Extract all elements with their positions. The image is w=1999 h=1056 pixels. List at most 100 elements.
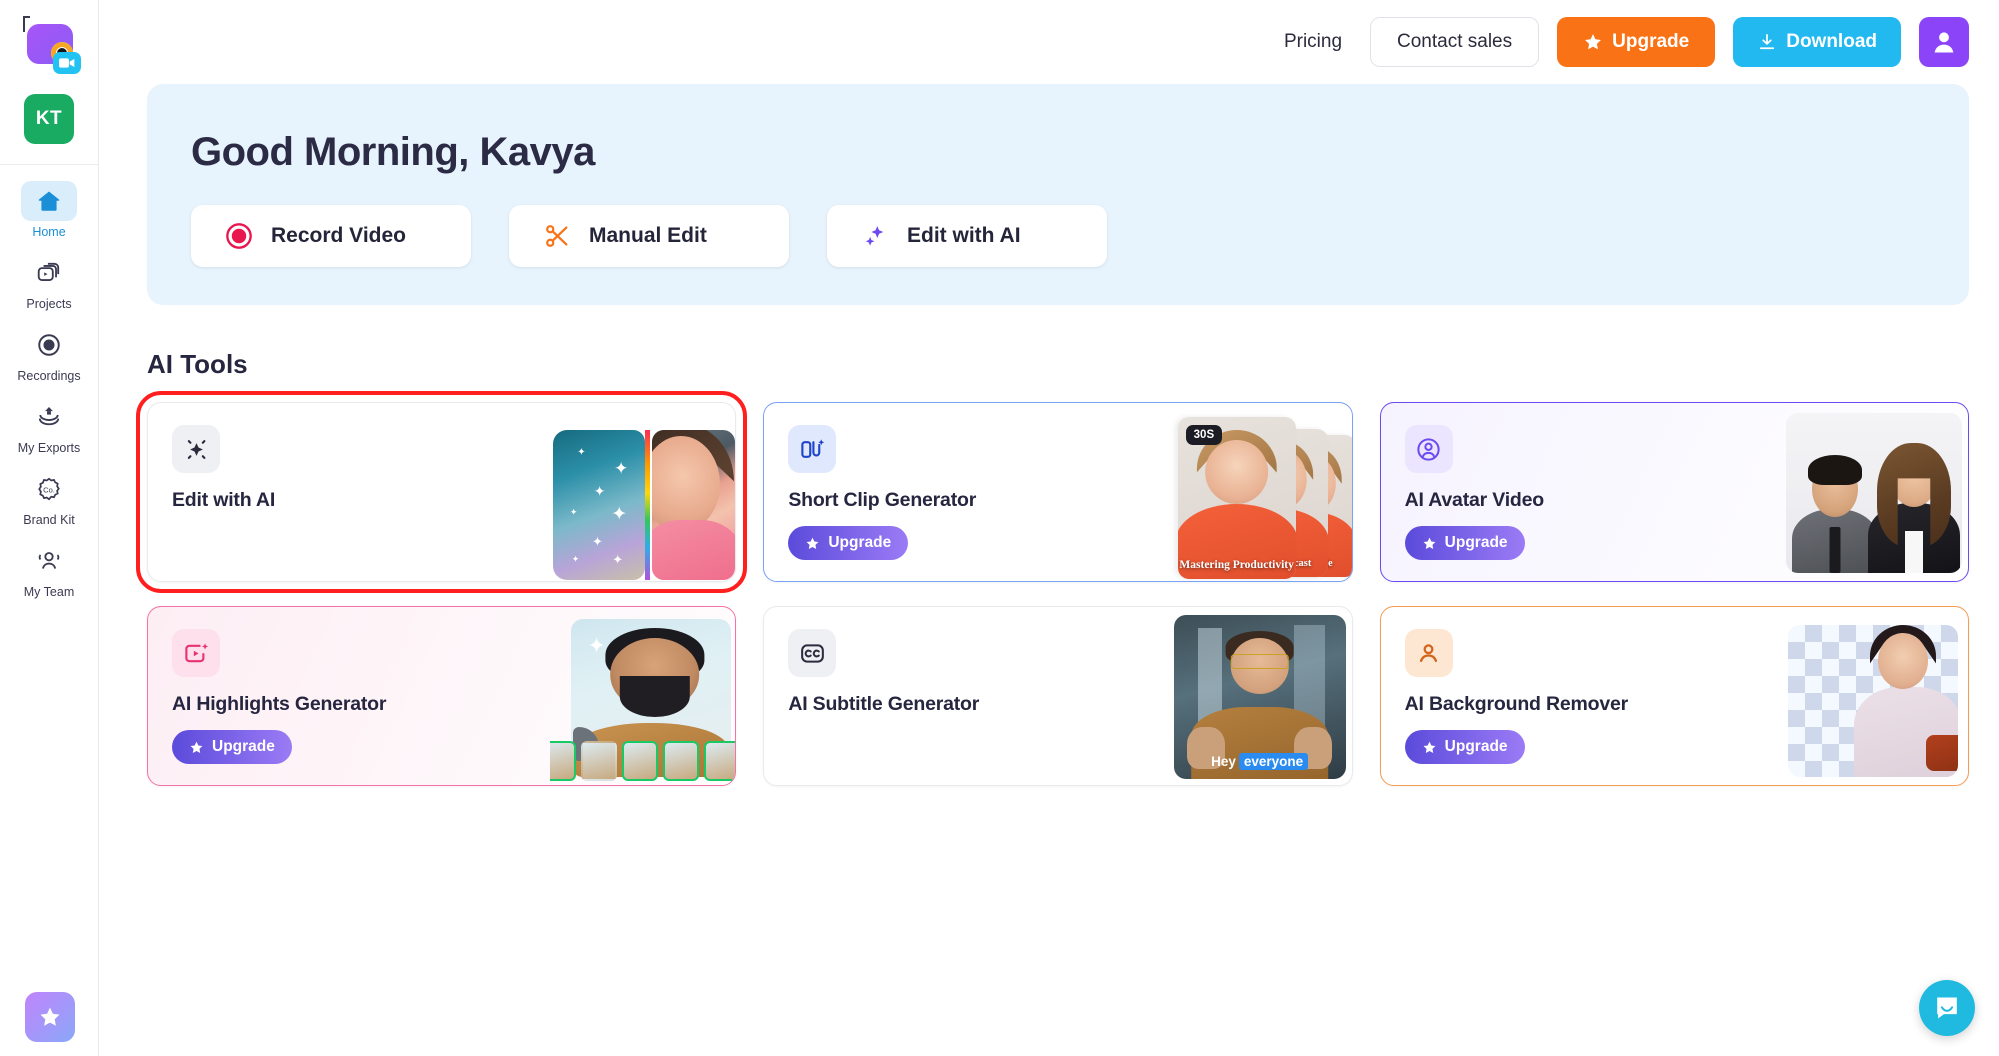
pricing-link[interactable]: Pricing	[1274, 25, 1352, 59]
ai-highlights-thumbnail: ✦	[550, 607, 736, 785]
intercom-chat-button[interactable]	[1919, 980, 1975, 1036]
manual-edit-label: Manual Edit	[589, 224, 707, 247]
record-video-button[interactable]: Record Video	[191, 205, 471, 267]
subtitle-caption-plain: Hey	[1211, 754, 1236, 769]
star-icon	[1423, 537, 1436, 549]
short-clip-icon	[788, 425, 837, 473]
manual-edit-button[interactable]: Manual Edit	[509, 205, 789, 267]
subtitle-caption-highlight: everyone	[1238, 753, 1309, 770]
thumb-clip-1: Mastering Productivity 30S	[1177, 417, 1296, 579]
logo-stand-icon	[23, 16, 30, 32]
sidebar-divider	[0, 164, 99, 165]
sidebar-star-button[interactable]	[24, 992, 75, 1042]
home-icon	[21, 181, 77, 221]
card-title: AI Background Remover	[1404, 693, 1629, 715]
sidebar-item-home[interactable]: Home	[7, 181, 91, 239]
edit-with-ai-thumbnail: ✦ ✦ ✦ ✦ ✦ ✦ ✦ ✦	[550, 403, 736, 581]
content-area: Good Morning, Kavya Record Video Manual …	[99, 84, 1999, 786]
record-circle-icon	[226, 223, 252, 249]
duration-badge: 30S	[1185, 425, 1223, 445]
sidebar-bottom	[0, 992, 99, 1042]
upgrade-badge[interactable]: Upgrade	[1404, 730, 1525, 764]
page-title: Good Morning, Kavya	[191, 130, 595, 174]
upgrade-badge-label: Upgrade	[828, 534, 892, 551]
ai-tool-card-short-clip-generator[interactable]: day's ode This Podcast Mastering Product…	[763, 402, 1353, 582]
star-icon	[1585, 34, 1602, 50]
thumb-filmstrip-frame	[550, 741, 577, 781]
sidebar-item-my-exports[interactable]: My Exports	[7, 397, 91, 455]
download-icon	[1760, 34, 1775, 50]
edit-with-ai-button[interactable]: Edit with AI	[827, 205, 1107, 267]
sidebar-item-label: Brand Kit	[23, 513, 75, 527]
card-content: AI Highlights Generator Upgrade	[148, 607, 512, 764]
topbar: Pricing Contact sales Upgrade Download	[99, 0, 1999, 84]
thumb-filmstrip-frame	[663, 741, 700, 781]
account-avatar-button[interactable]	[1919, 17, 1969, 67]
avatar-user-icon	[1404, 425, 1453, 473]
thumb-filmstrip-frame	[581, 741, 618, 781]
workspace-badge[interactable]: KT	[24, 94, 74, 144]
ai-subtitle-thumbnail: Hey everyone	[1167, 607, 1352, 785]
highlights-play-icon	[172, 629, 220, 677]
card-content: AI Avatar Video Upgrade	[1381, 403, 1745, 560]
ai-tool-card-edit-with-ai[interactable]: ✦ ✦ ✦ ✦ ✦ ✦ ✦ ✦ Edit with AI	[135, 391, 748, 593]
ai-avatar-thumbnail	[1783, 403, 1968, 581]
sidebar-nav: Home Projects Recordings My Exports Co. …	[0, 181, 98, 613]
ai-tool-card-ai-highlights-generator[interactable]: ✦ AI Highlights Generator Upgrade	[147, 606, 737, 786]
workspace-initials: KT	[35, 108, 63, 129]
star-icon	[1423, 741, 1436, 753]
thumb-filmstrip-frame	[704, 741, 736, 781]
short-clip-thumbnail: day's ode This Podcast Mastering Product…	[1167, 403, 1352, 581]
greeting-banner: Good Morning, Kavya Record Video Manual …	[147, 84, 1969, 305]
background-remover-icon	[1404, 629, 1453, 677]
card-content: Short Clip Generator Upgrade	[764, 403, 1128, 560]
exports-icon	[21, 397, 77, 437]
video-camera-badge-icon	[53, 52, 81, 74]
team-icon	[21, 541, 77, 581]
ai-tool-card-ai-subtitle-generator[interactable]: Hey everyone AI Subtitle Generator	[763, 606, 1353, 786]
sidebar-item-label: Home	[32, 225, 66, 239]
contact-sales-label: Contact sales	[1397, 31, 1513, 52]
star-icon	[806, 537, 819, 549]
card-title: AI Avatar Video	[1404, 489, 1545, 511]
app-logo[interactable]	[15, 14, 83, 76]
sidebar-item-label: Projects	[26, 297, 72, 311]
ai-sparkle-icon	[172, 425, 220, 473]
brand-kit-icon: Co.	[21, 469, 77, 509]
quick-actions: Record Video Manual Edit Edit with AI	[191, 205, 1969, 267]
sidebar-item-my-team[interactable]: My Team	[7, 541, 91, 599]
sparkle-icon	[865, 226, 884, 246]
card-title: Short Clip Generator	[788, 489, 977, 511]
projects-icon	[21, 253, 77, 293]
upgrade-label: Upgrade	[1612, 31, 1690, 52]
background-remover-thumbnail	[1783, 607, 1968, 785]
user-avatar-icon	[1934, 32, 1954, 53]
upgrade-badge[interactable]: Upgrade	[1404, 526, 1525, 560]
sidebar-item-label: My Team	[23, 585, 75, 599]
main-area: Pricing Contact sales Upgrade Download G…	[99, 0, 1999, 1056]
download-button[interactable]: Download	[1733, 17, 1901, 67]
upgrade-badge[interactable]: Upgrade	[172, 730, 292, 764]
upgrade-badge-label: Upgrade	[1444, 534, 1508, 551]
sidebar-item-label: Recordings	[17, 369, 81, 383]
contact-sales-button[interactable]: Contact sales	[1370, 17, 1540, 67]
app-root: KT Home Projects Recordings My Exports C…	[0, 0, 1999, 1056]
upgrade-button[interactable]: Upgrade	[1557, 17, 1716, 67]
card-content: Edit with AI	[148, 403, 512, 512]
closed-caption-icon	[788, 629, 837, 677]
sidebar-item-brand-kit[interactable]: Co. Brand Kit	[7, 469, 91, 527]
thumb-transparency-checkerboard	[1787, 625, 1958, 777]
download-label: Download	[1786, 31, 1877, 52]
ai-tool-card-ai-avatar-video[interactable]: AI Avatar Video Upgrade	[1379, 402, 1969, 582]
scissors-icon	[546, 225, 568, 247]
sidebar-item-projects[interactable]: Projects	[7, 253, 91, 311]
thumb-person-photo	[652, 430, 736, 580]
thumb-filmstrip-frame	[622, 741, 659, 781]
ai-tool-card-ai-background-remover[interactable]: AI Background Remover Upgrade	[1379, 606, 1969, 786]
upgrade-badge-label: Upgrade	[212, 738, 275, 755]
sidebar-item-recordings[interactable]: Recordings	[7, 325, 91, 383]
upgrade-badge[interactable]: Upgrade	[788, 526, 909, 560]
ai-tools-heading: AI Tools	[147, 349, 248, 379]
card-content: AI Background Remover Upgrade	[1381, 607, 1745, 764]
card-title: Edit with AI	[172, 489, 276, 511]
